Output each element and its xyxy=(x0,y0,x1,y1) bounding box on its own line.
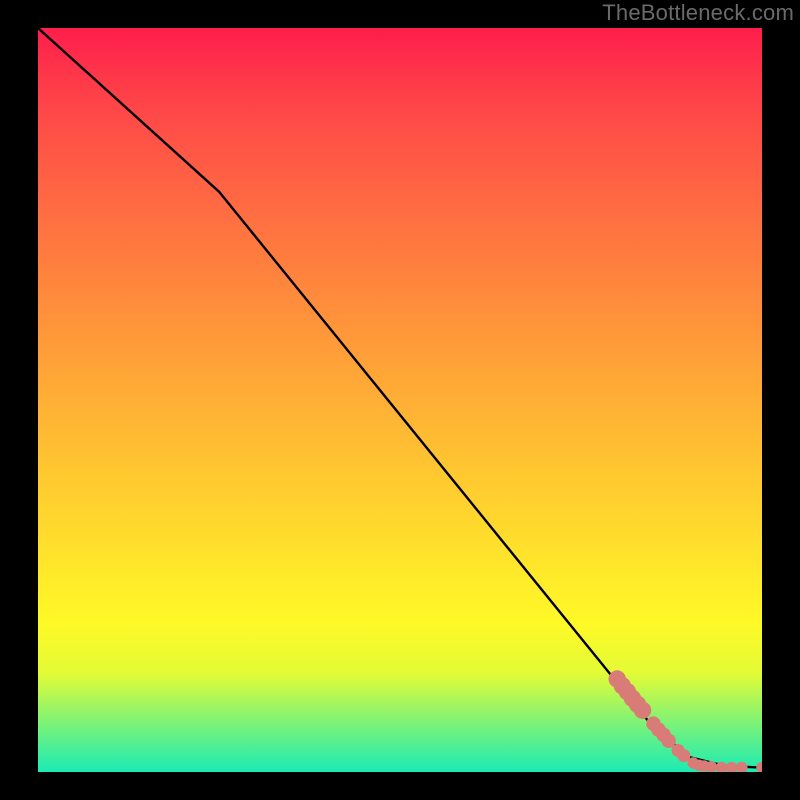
chart-frame: TheBottleneck.com xyxy=(0,0,800,800)
plot-svg xyxy=(38,28,762,772)
scatter-point xyxy=(736,762,748,772)
scatter-point xyxy=(756,762,762,772)
scatter-markers xyxy=(609,670,762,772)
scatter-point xyxy=(726,762,738,772)
scatter-point xyxy=(634,702,651,719)
plot-area xyxy=(38,28,762,772)
curve-line xyxy=(38,28,762,768)
attribution-label: TheBottleneck.com xyxy=(602,0,794,26)
